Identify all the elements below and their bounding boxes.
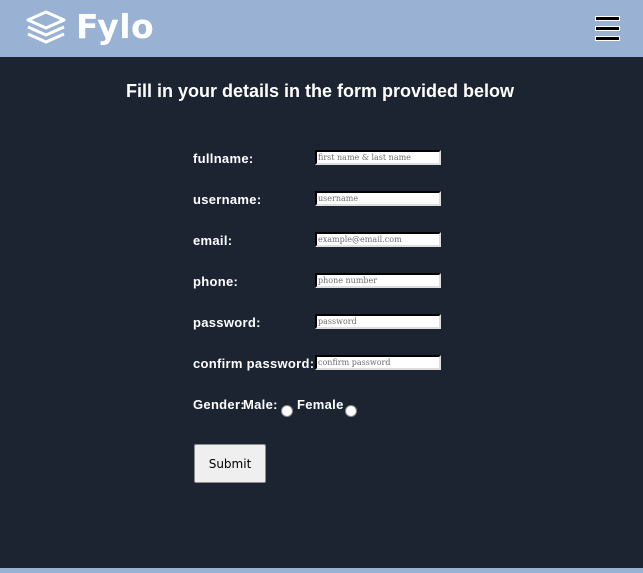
phone-row: phone: xyxy=(193,273,453,294)
password-row: password: xyxy=(193,314,453,335)
menu-bar-top xyxy=(595,16,620,21)
footer-strip xyxy=(0,568,643,573)
form-section: Fill in your details in the form provide… xyxy=(0,57,643,568)
confirm-password-input[interactable] xyxy=(315,355,441,370)
phone-label: phone: xyxy=(193,274,239,289)
male-label: Male: xyxy=(243,397,278,412)
male-radio[interactable] xyxy=(281,405,293,417)
confirm-password-row: confirm password: xyxy=(193,355,453,376)
female-radio[interactable] xyxy=(345,405,357,417)
brand-logo[interactable]: Fylo xyxy=(24,8,154,46)
fullname-row: fullname: xyxy=(193,150,453,171)
top-navbar: Fylo xyxy=(0,0,643,57)
brand-name: Fylo xyxy=(76,7,155,46)
password-label: password: xyxy=(193,315,261,330)
email-label: email: xyxy=(193,233,233,248)
username-input[interactable] xyxy=(315,191,441,206)
email-input[interactable] xyxy=(315,232,441,247)
password-input[interactable] xyxy=(315,314,441,329)
menu-bar-middle xyxy=(595,26,620,31)
stacked-layers-icon xyxy=(26,10,66,44)
email-row: email: xyxy=(193,232,453,253)
fullname-input[interactable] xyxy=(315,150,441,165)
page-title: Fill in your details in the form provide… xyxy=(125,81,515,101)
gender-label: Gender: xyxy=(193,397,245,412)
phone-input[interactable] xyxy=(315,273,441,288)
username-row: username: xyxy=(193,191,453,212)
submit-button[interactable]: Submit xyxy=(194,444,266,483)
confirm-password-label: confirm password: xyxy=(193,356,315,371)
menu-bar-bottom xyxy=(595,36,620,41)
username-label: username: xyxy=(193,192,262,207)
fullname-label: fullname: xyxy=(193,151,254,166)
hamburger-menu-icon[interactable] xyxy=(595,16,621,42)
female-label: Female xyxy=(297,397,344,412)
